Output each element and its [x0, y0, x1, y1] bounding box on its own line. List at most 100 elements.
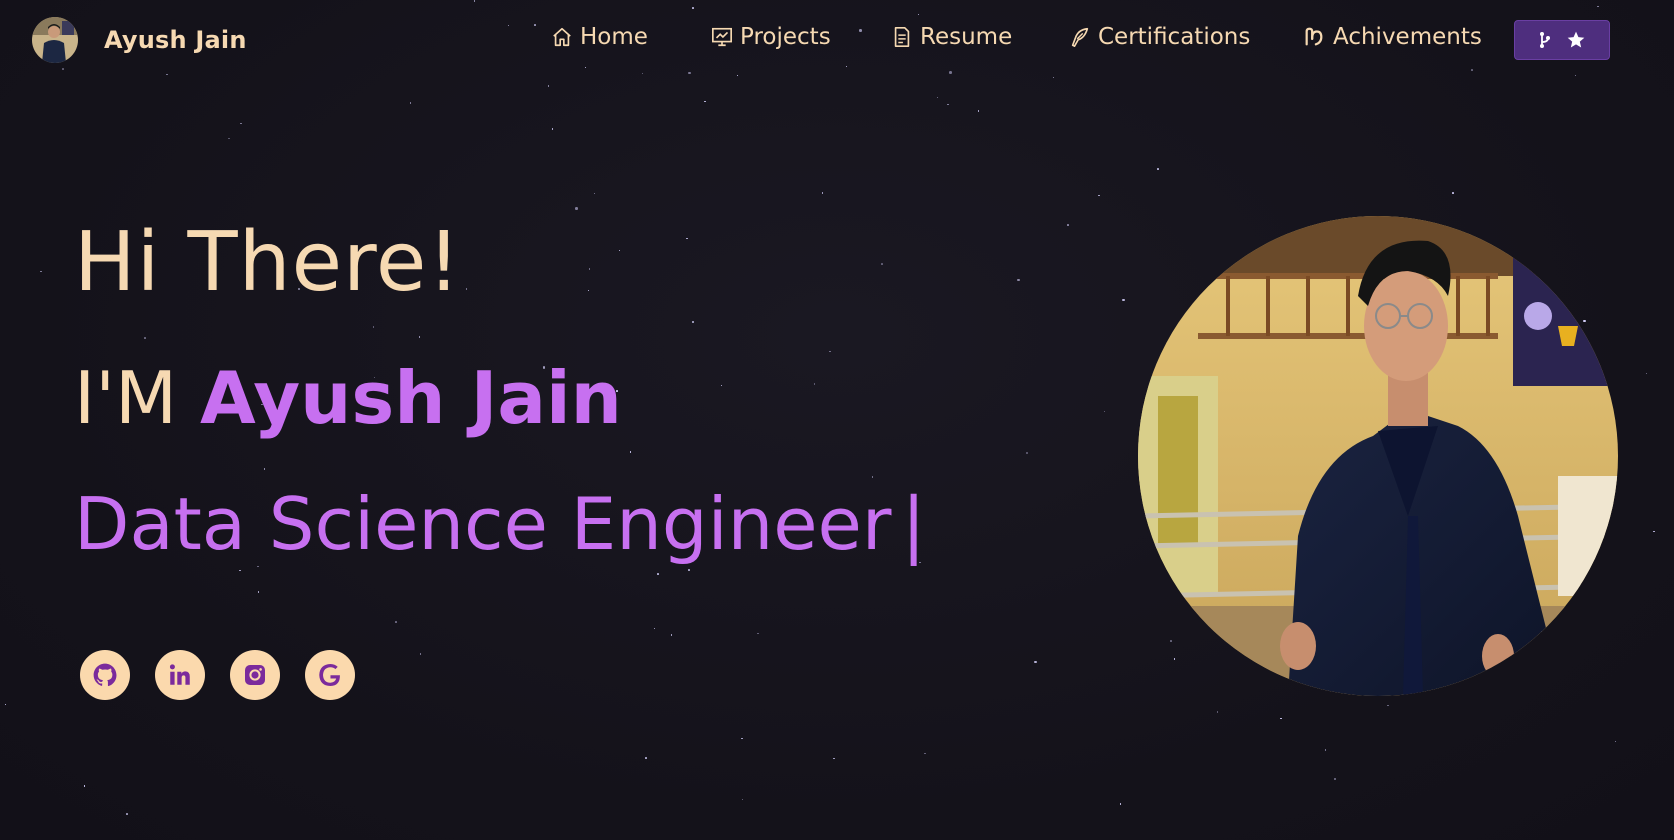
star	[587, 289, 589, 292]
home-icon	[553, 27, 571, 47]
star	[1173, 658, 1176, 660]
star	[871, 476, 874, 478]
star	[593, 192, 596, 195]
profile-photo	[1138, 216, 1618, 696]
star	[40, 270, 42, 273]
star	[813, 383, 816, 385]
star	[1157, 168, 1159, 170]
star	[924, 752, 926, 755]
nav-home[interactable]: Home	[551, 24, 648, 50]
star	[1098, 194, 1100, 197]
star	[833, 757, 835, 760]
hero-intro-prefix: I'M	[74, 356, 201, 440]
nav-achievements[interactable]: Achivements	[1302, 24, 1482, 50]
star	[881, 263, 883, 265]
brand[interactable]: Ayush Jain	[32, 17, 247, 63]
star	[419, 653, 422, 655]
hero-intro: I'M Ayush Jain	[74, 362, 622, 434]
social-github[interactable]	[80, 650, 130, 700]
star	[1216, 711, 1219, 713]
nav-projects[interactable]: Projects	[711, 24, 831, 50]
star	[418, 336, 421, 338]
star	[263, 468, 266, 470]
nav-projects-label: Projects	[740, 24, 831, 50]
hero-greeting: Hi There!	[74, 215, 462, 310]
social-google[interactable]	[305, 650, 355, 700]
star	[1653, 530, 1655, 533]
hero-role: Data Science Engineer	[74, 482, 892, 566]
star	[686, 237, 688, 240]
nav-certifications-label: Certifications	[1098, 24, 1251, 50]
star	[821, 192, 824, 194]
star	[1387, 704, 1389, 707]
star	[1583, 319, 1586, 323]
star	[257, 565, 259, 568]
star	[1017, 278, 1020, 282]
projects-icon	[712, 27, 732, 47]
star	[1025, 451, 1029, 455]
nav-resume-label: Resume	[920, 24, 1013, 50]
typewriter-cursor: |	[901, 482, 926, 566]
star	[977, 110, 980, 112]
star	[1452, 192, 1454, 194]
social-instagram[interactable]	[230, 650, 280, 700]
social-links	[80, 650, 380, 700]
hero-role-typewriter: Data Science Engineer |	[74, 488, 926, 560]
star	[757, 632, 759, 635]
star	[704, 100, 706, 103]
star-icon	[1567, 31, 1585, 48]
star	[228, 137, 230, 140]
star	[741, 798, 744, 801]
star	[1333, 777, 1337, 781]
star	[629, 451, 632, 453]
social-linkedin[interactable]	[155, 650, 205, 700]
star	[551, 128, 554, 130]
star	[618, 249, 621, 252]
star	[688, 569, 690, 571]
github-fork-star-button[interactable]	[1514, 20, 1610, 60]
star	[395, 621, 397, 623]
star	[741, 737, 743, 740]
navbar: Ayush Jain Home Projects Resume Certific…	[0, 0, 1674, 84]
star	[645, 757, 647, 759]
nav-achievements-label: Achivements	[1333, 24, 1482, 50]
achievements-icon	[1305, 27, 1323, 46]
star	[4, 703, 7, 706]
star	[1122, 298, 1125, 302]
google-icon	[319, 664, 340, 686]
star	[372, 326, 375, 328]
star	[1103, 410, 1106, 413]
star	[144, 337, 146, 339]
star	[465, 288, 468, 290]
star	[588, 268, 591, 270]
star	[240, 122, 242, 125]
avatar	[32, 17, 78, 63]
star	[691, 320, 695, 324]
hero-intro-name: Ayush Jain	[200, 356, 622, 440]
star	[1170, 640, 1172, 642]
page: Ayush Jain Home Projects Resume Certific…	[0, 0, 1674, 840]
star	[239, 569, 241, 572]
star	[936, 96, 939, 99]
nav-certifications[interactable]: Certifications	[1069, 24, 1250, 50]
star	[657, 573, 659, 575]
star	[1614, 740, 1617, 743]
star	[409, 102, 412, 104]
star	[829, 350, 831, 353]
star	[1645, 372, 1648, 375]
star	[1280, 717, 1282, 720]
star	[547, 85, 550, 87]
star	[575, 207, 578, 210]
github-icon	[93, 663, 117, 687]
resume-icon	[894, 27, 910, 47]
nav-home-label: Home	[580, 24, 648, 50]
nav-resume[interactable]: Resume	[891, 24, 1012, 50]
git-fork-icon	[1540, 32, 1550, 48]
star	[1034, 660, 1037, 664]
star	[720, 384, 723, 387]
star	[126, 813, 128, 815]
certifications-icon	[1071, 27, 1089, 47]
brand-name: Ayush Jain	[104, 26, 247, 54]
star	[947, 103, 949, 106]
star	[257, 591, 260, 593]
